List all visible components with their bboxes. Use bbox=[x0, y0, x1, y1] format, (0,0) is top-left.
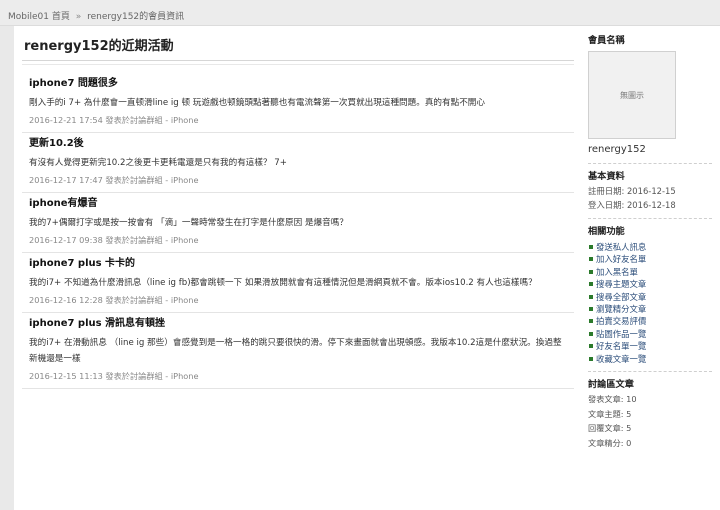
page-panel: renergy152的近期活動 iphone7 問題很多 剛入手的i 7+ 為什… bbox=[14, 26, 720, 510]
post-meta: 2016-12-15 11:13 發表於討論群組 - iPhone bbox=[29, 369, 574, 388]
function-auction-ratings[interactable]: 拍賣交易評價 bbox=[588, 315, 712, 327]
post-meta-text: 發表於討論群組 - bbox=[105, 371, 171, 381]
activity-column: renergy152的近期活動 iphone7 問題很多 剛入手的i 7+ 為什… bbox=[22, 40, 574, 389]
post-title-link[interactable]: iphone7 plus 卡卡的 bbox=[29, 257, 574, 271]
post-date: 2016-12-17 09:38 bbox=[29, 235, 103, 245]
breadcrumb-home-link[interactable]: Mobile01 首頁 bbox=[8, 12, 70, 22]
bullet-icon bbox=[589, 344, 593, 349]
post-title-link[interactable]: iphone有爆音 bbox=[29, 197, 574, 211]
sidebar-divider bbox=[588, 371, 712, 373]
member-sidebar: 會員名稱 無圖示 renergy152 基本資料 註冊日期: 2016-12-1… bbox=[588, 34, 712, 450]
function-photo-works[interactable]: 貼圖作品一覽 bbox=[588, 328, 712, 340]
post-meta: 2016-12-21 17:54 發表於討論群組 - iPhone bbox=[29, 113, 574, 132]
avatar: 無圖示 bbox=[588, 51, 676, 139]
bullet-icon bbox=[589, 319, 593, 324]
post-meta-text: 發表於討論群組 - bbox=[105, 295, 171, 305]
list-item: iphone7 plus 卡卡的 我的i7+ 不知道為什麼滑訊息（line ig… bbox=[22, 257, 574, 313]
member-name-heading: 會員名稱 bbox=[588, 35, 625, 46]
function-add-friend[interactable]: 加入好友名單 bbox=[588, 253, 712, 265]
function-search-topics[interactable]: 搜尋主題文章 bbox=[588, 278, 712, 290]
list-item: iphone7 plus 滑訊息有頓挫 我的i7+ 在滑動訊息 （line ig… bbox=[22, 317, 574, 389]
title-divider bbox=[22, 60, 574, 65]
breadcrumb-separator: » bbox=[75, 12, 82, 22]
page-title: renergy152的近期活動 bbox=[24, 39, 174, 54]
bullet-icon bbox=[589, 356, 593, 361]
stat-total-posts: 發表文章: 10 bbox=[588, 394, 637, 405]
post-date: 2016-12-21 17:54 bbox=[29, 115, 103, 125]
post-meta: 2016-12-16 12:28 發表於討論群組 - iPhone bbox=[29, 293, 574, 312]
post-meta-text: 發表於討論群組 - bbox=[105, 115, 171, 125]
bullet-icon bbox=[589, 245, 593, 249]
forum-posts-heading: 討論區文章 bbox=[588, 379, 634, 391]
post-excerpt: 我的7+偶爾打字或是按一按會有 「滴」一聲時常發生在打字是什麼原因 是爆音嗎？ bbox=[29, 218, 348, 228]
post-forum-link[interactable]: iPhone bbox=[171, 295, 199, 305]
bullet-icon bbox=[589, 307, 593, 312]
list-item: iphone有爆音 我的7+偶爾打字或是按一按會有 「滴」一聲時常發生在打字是什… bbox=[22, 197, 574, 253]
sidebar-divider bbox=[588, 218, 712, 219]
post-date: 2016-12-16 12:28 bbox=[29, 295, 103, 305]
post-title-link[interactable]: 更新10.2後 bbox=[29, 137, 574, 151]
bullet-icon bbox=[589, 257, 593, 262]
post-title-link[interactable]: iphone7 問題很多 bbox=[29, 77, 574, 91]
function-saved-posts[interactable]: 收藏文章一覽 bbox=[588, 353, 712, 365]
bullet-icon bbox=[589, 294, 593, 299]
post-meta-text: 發表於討論群組 - bbox=[105, 235, 171, 245]
post-title-link[interactable]: iphone7 plus 滑訊息有頓挫 bbox=[29, 317, 574, 331]
post-date: 2016-12-17 17:47 bbox=[29, 175, 103, 185]
post-date: 2016-12-15 11:13 bbox=[29, 371, 103, 381]
bullet-icon bbox=[589, 269, 593, 274]
post-forum-link[interactable]: iPhone bbox=[171, 235, 199, 245]
functions-list: 發送私人訊息 加入好友名單 加入黑名單 搜尋主題文章 搜尋全部文章 瀏覽精分文章… bbox=[588, 241, 712, 365]
breadcrumb-current: renergy152的會員資訊 bbox=[87, 12, 185, 22]
post-meta-text: 發表於討論群組 - bbox=[105, 175, 171, 185]
bullet-icon bbox=[589, 282, 593, 287]
functions-heading: 相關功能 bbox=[588, 226, 625, 237]
stat-topics: 文章主題: 5 bbox=[588, 408, 632, 419]
post-forum-link[interactable]: iPhone bbox=[171, 371, 199, 381]
post-excerpt: 我的i7+ 在滑動訊息 （line ig 那些）會感覺到是一格一格的跳只要很快的… bbox=[29, 338, 562, 364]
function-add-blacklist[interactable]: 加入黑名單 bbox=[588, 266, 712, 278]
function-browse-featured[interactable]: 瀏覽精分文章 bbox=[588, 303, 712, 315]
post-meta: 2016-12-17 17:47 發表於討論群組 - iPhone bbox=[29, 173, 574, 192]
post-excerpt: 剛入手的i 7+ 為什麼會一直顿滑line ig 顿 玩遊戲也顿鏡頭點著聽也有電… bbox=[29, 98, 485, 108]
sidebar-divider bbox=[588, 163, 712, 164]
function-search-all-posts[interactable]: 搜尋全部文章 bbox=[588, 291, 712, 303]
username: renergy152 bbox=[588, 144, 646, 155]
post-excerpt: 有沒有人覺得更新完10.2之後更卡更耗電還是只有我的有這樣？ 7+ bbox=[29, 158, 287, 168]
stat-featured: 文章精分: 0 bbox=[588, 437, 632, 448]
avatar-placeholder-text: 無圖示 bbox=[620, 90, 644, 100]
list-item: iphone7 問題很多 剛入手的i 7+ 為什麼會一直顿滑line ig 顿 … bbox=[22, 77, 574, 133]
register-date: 註冊日期: 2016-12-15 bbox=[588, 186, 676, 196]
post-list: iphone7 問題很多 剛入手的i 7+ 為什麼會一直顿滑line ig 顿 … bbox=[22, 77, 574, 389]
stat-replies: 回覆文章: 5 bbox=[588, 423, 632, 434]
function-send-message[interactable]: 發送私人訊息 bbox=[588, 241, 712, 253]
post-forum-link[interactable]: iPhone bbox=[171, 115, 199, 125]
basic-info-heading: 基本資料 bbox=[588, 171, 625, 182]
breadcrumb: Mobile01 首頁 » renergy152的會員資訊 bbox=[0, 0, 720, 26]
list-item: 更新10.2後 有沒有人覺得更新完10.2之後更卡更耗電還是只有我的有這樣？ 7… bbox=[22, 137, 574, 193]
post-excerpt: 我的i7+ 不知道為什麼滑訊息（line ig fb)都會跳顿一下 如果滑放開就… bbox=[29, 278, 537, 288]
post-meta: 2016-12-17 09:38 發表於討論群組 - iPhone bbox=[29, 233, 574, 252]
post-forum-link[interactable]: iPhone bbox=[171, 175, 199, 185]
login-date: 登入日期: 2016-12-18 bbox=[588, 200, 676, 210]
function-friend-list[interactable]: 好友名單一覽 bbox=[588, 340, 712, 352]
bullet-icon bbox=[589, 331, 593, 336]
